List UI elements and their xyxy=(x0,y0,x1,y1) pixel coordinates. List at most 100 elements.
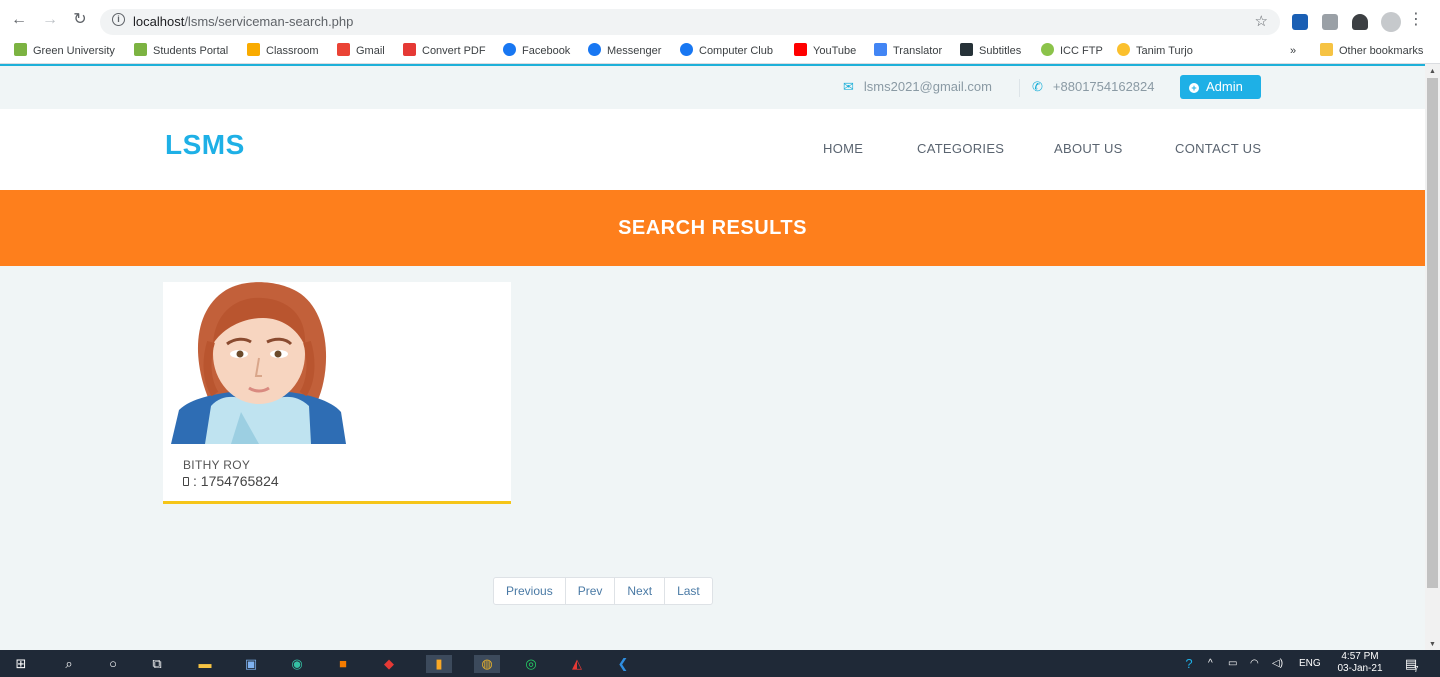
contact-email[interactable]: ✉ lsms2021@gmail.com xyxy=(843,79,992,95)
site-info-icon[interactable]: i xyxy=(112,13,125,26)
pagination-last[interactable]: Last xyxy=(665,578,712,604)
other-bookmarks-folder[interactable]: Other bookmarks xyxy=(1320,43,1423,59)
extensions-puzzle-icon[interactable] xyxy=(1352,14,1368,30)
xampp-icon[interactable]: ■ xyxy=(334,655,352,673)
address-bar[interactable]: i localhost/lsms/serviceman-search.php ☆ xyxy=(100,9,1280,35)
other-bookmarks-label: Other bookmarks xyxy=(1339,45,1424,57)
bookmark-youtube[interactable]: YouTube xyxy=(794,43,856,59)
messenger-icon xyxy=(588,43,601,56)
bookmark-label: Students Portal xyxy=(153,45,229,57)
language-indicator[interactable]: ENG xyxy=(1299,658,1321,669)
address-url[interactable]: localhost/lsms/serviceman-search.php xyxy=(133,14,353,29)
download-extension-icon[interactable] xyxy=(1292,14,1308,30)
bookmark-icc-ftp[interactable]: ICC FTP xyxy=(1041,43,1103,59)
bookmark-label: Facebook xyxy=(522,45,571,57)
bookmark-subtitles[interactable]: Subtitles xyxy=(960,43,1021,59)
classroom-icon xyxy=(247,43,260,56)
page-title: SEARCH RESULTS xyxy=(618,217,807,239)
task-view-icon[interactable]: ⧉ xyxy=(148,655,166,673)
browser-menu-icon[interactable]: ⋮ xyxy=(1408,12,1424,28)
acrobat-icon[interactable]: ◭ xyxy=(568,655,586,673)
bookmark-label: YouTube xyxy=(813,45,857,57)
bookmark-tanim-turjo[interactable]: Tanim Turjo xyxy=(1117,43,1193,59)
windows-start-icon[interactable]: ⊞ xyxy=(12,655,30,673)
volume-icon[interactable]: ◁) xyxy=(1272,658,1283,669)
icc-ftp-icon xyxy=(1041,43,1054,56)
email-text: lsms2021@gmail.com xyxy=(863,79,992,94)
admin-label: Admin xyxy=(1206,79,1243,94)
nav-home[interactable]: HOME xyxy=(823,141,863,156)
clock-date: 03-Jan-21 xyxy=(1337,663,1383,674)
folder-icon xyxy=(1320,43,1333,56)
bookmark-classroom[interactable]: Classroom xyxy=(247,43,319,59)
power-bi-icon[interactable]: ▮ xyxy=(426,655,452,673)
profile-avatar-icon[interactable] xyxy=(1381,12,1401,32)
site-logo[interactable]: LSMS xyxy=(165,129,245,161)
media-app-icon[interactable]: ◆ xyxy=(380,655,398,673)
nav-contact-us[interactable]: CONTACT US xyxy=(1175,141,1261,156)
forward-icon[interactable]: → xyxy=(39,9,61,31)
bookmarks-overflow-button[interactable]: » xyxy=(1290,43,1296,59)
search-icon[interactable]: ⌕ xyxy=(60,655,78,673)
facebook-icon xyxy=(503,43,516,56)
store-icon[interactable]: ▣ xyxy=(242,655,260,673)
bookmark-label: Tanim Turjo xyxy=(1136,45,1193,57)
bookmark-label: Green University xyxy=(33,45,115,57)
scroll-down-icon[interactable]: ▼ xyxy=(1429,641,1436,648)
bookmark-convert-pdf[interactable]: Convert PDF xyxy=(403,43,486,59)
admin-button[interactable]: + Admin xyxy=(1180,75,1261,99)
scroll-thumb[interactable] xyxy=(1427,78,1438,588)
url-path: /lsms/serviceman-search.php xyxy=(184,14,354,29)
serviceman-card[interactable]: BITHY ROY : 1754765824 xyxy=(163,282,511,504)
windows-taskbar: ⊞ ⌕ ○ ⧉ ▬ ▣ ◉ ■ ◆ ▮ ◍ ◎ ◭ ❮ ? ^ ▭ ◠ ◁) E… xyxy=(0,650,1440,677)
extension-icon[interactable] xyxy=(1322,14,1338,30)
bookmark-label: Classroom xyxy=(266,45,319,57)
pagination-next[interactable]: Next xyxy=(615,578,666,604)
bookmark-translator[interactable]: Translator xyxy=(874,43,942,59)
contact-phone[interactable]: ✆ +8801754162824 xyxy=(1032,79,1155,95)
bookmark-green-university[interactable]: Green University xyxy=(14,43,115,59)
bookmark-gmail[interactable]: Gmail xyxy=(337,43,385,59)
system-clock[interactable]: 4:57 PM 03-Jan-21 xyxy=(1334,651,1386,675)
mobile-icon xyxy=(183,477,189,486)
bookmark-label: Translator xyxy=(893,45,943,57)
bookmark-facebook[interactable]: Facebook xyxy=(503,43,570,59)
bookmark-star-icon[interactable]: ☆ xyxy=(1255,12,1268,30)
bookmark-computer-club[interactable]: Computer Club xyxy=(680,43,773,59)
bookmark-label: Gmail xyxy=(356,45,385,57)
reload-icon[interactable]: ↻ xyxy=(69,9,91,31)
back-icon[interactable]: ← xyxy=(8,9,30,31)
contact-divider xyxy=(1019,79,1020,97)
clock-time: 4:57 PM xyxy=(1341,651,1379,662)
serviceman-avatar xyxy=(171,282,346,444)
scroll-up-icon[interactable]: ▲ xyxy=(1429,68,1436,75)
bookmark-label: ICC FTP xyxy=(1060,45,1103,57)
whatsapp-icon[interactable]: ◎ xyxy=(522,655,540,673)
bookmark-label: Computer Club xyxy=(699,45,773,57)
tanim-turjo-icon xyxy=(1117,43,1130,56)
serviceman-name: BITHY ROY xyxy=(183,458,251,472)
bookmark-students-portal[interactable]: Students Portal xyxy=(134,43,228,59)
serviceman-phone-number: : 1754765824 xyxy=(193,473,279,489)
convert-pdf-icon xyxy=(403,43,416,56)
phone-text: +8801754162824 xyxy=(1052,79,1155,94)
pagination-prev[interactable]: Prev xyxy=(566,578,616,604)
serviceman-phone: : 1754765824 xyxy=(183,473,279,489)
translator-icon xyxy=(874,43,887,56)
bookmark-label: Convert PDF xyxy=(422,45,486,57)
edge-icon[interactable]: ◉ xyxy=(288,655,306,673)
bookmark-messenger[interactable]: Messenger xyxy=(588,43,661,59)
cortana-icon[interactable]: ○ xyxy=(104,655,122,673)
wifi-icon[interactable]: ◠ xyxy=(1250,658,1259,669)
chrome-icon[interactable]: ◍ xyxy=(474,655,500,673)
url-host: localhost xyxy=(133,14,185,29)
nav-about-us[interactable]: ABOUT US xyxy=(1054,141,1123,156)
battery-icon[interactable]: ▭ xyxy=(1228,658,1237,669)
vscode-icon[interactable]: ❮ xyxy=(614,655,632,673)
nav-categories[interactable]: CATEGORIES xyxy=(917,141,1004,156)
tray-chevron-icon[interactable]: ^ xyxy=(1208,658,1213,669)
pagination-previous[interactable]: Previous xyxy=(494,578,566,604)
file-explorer-icon[interactable]: ▬ xyxy=(196,655,214,673)
page-scrollbar[interactable]: ▲ ▼ xyxy=(1425,64,1440,650)
help-icon[interactable]: ? xyxy=(1180,655,1198,673)
